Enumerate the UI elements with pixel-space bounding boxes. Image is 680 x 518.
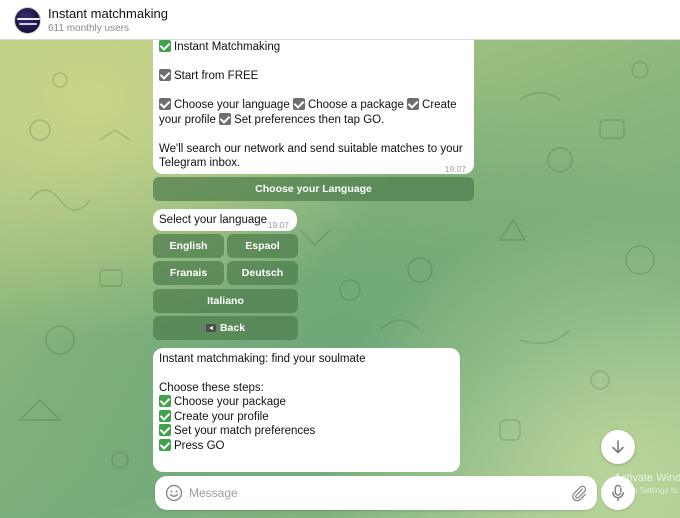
espanol-button[interactable]: Espaol <box>227 234 298 258</box>
green-check-icon <box>159 439 171 451</box>
chat-title[interactable]: Instant matchmaking <box>48 6 168 21</box>
message-input[interactable] <box>189 480 559 506</box>
chat-subtitle: 611 monthly users <box>48 23 129 34</box>
green-check-icon <box>159 410 171 422</box>
message-line: Set your match preferences <box>159 424 315 439</box>
arrow-down-icon <box>612 440 624 454</box>
green-check-icon <box>159 40 171 52</box>
deutsch-button[interactable]: Deutsch <box>227 261 298 285</box>
message-line: Create your profile <box>159 410 269 425</box>
channel-avatar[interactable] <box>14 7 41 34</box>
ballot-check-icon <box>159 98 171 110</box>
message-line: We'll search our network and send suitab… <box>159 143 463 155</box>
italiano-button[interactable]: Italiano <box>153 289 298 313</box>
ballot-check-icon <box>407 98 420 110</box>
green-check-icon <box>159 424 171 436</box>
choose-language-button[interactable]: Choose your Language <box>153 177 474 201</box>
message-line: Choose your language Choose a package Cr… <box>159 98 457 113</box>
message-text: Select your language <box>159 214 268 226</box>
activate-windows-watermark: Activate Wind <box>614 472 680 484</box>
message-bubble-select-language: Select your language 19:07 <box>153 209 297 231</box>
green-check-icon <box>159 395 171 407</box>
message-time: 19:07 <box>444 164 466 174</box>
message-line: Instant matchmaking: find your soulmate <box>159 353 366 365</box>
scroll-down-button[interactable] <box>601 430 635 464</box>
ballot-check-icon <box>219 113 232 125</box>
message-line: Choose these steps: <box>159 382 264 394</box>
back-arrow-icon <box>205 324 216 332</box>
back-button[interactable]: Back <box>153 316 298 340</box>
francais-button[interactable]: Franais <box>153 261 224 285</box>
ballot-check-icon <box>159 69 171 81</box>
message-line: Instant Matchmaking <box>159 40 280 55</box>
message-time: 19:07 <box>267 220 289 230</box>
message-line: Telegram inbox. <box>159 157 241 169</box>
message-bubble-steps: Instant matchmaking: find your soulmate … <box>153 348 460 472</box>
emoji-icon[interactable] <box>165 484 183 502</box>
message-line: your profile Set preferences then tap GO… <box>159 113 385 126</box>
paperclip-icon[interactable] <box>570 484 588 502</box>
message-line: Start from FREE <box>159 69 258 84</box>
message-bubble-intro: Instant Matchmaking Start from FREE Choo… <box>153 40 474 174</box>
message-composer <box>155 476 597 510</box>
english-button[interactable]: English <box>153 234 224 258</box>
message-line: Press GO <box>159 439 224 454</box>
activate-windows-subtext: Go to Settings to <box>618 486 678 495</box>
ballot-check-icon <box>292 98 305 110</box>
chat-header[interactable]: Instant matchmaking 611 monthly users <box>0 0 680 40</box>
message-line: Choose your package <box>159 395 286 410</box>
